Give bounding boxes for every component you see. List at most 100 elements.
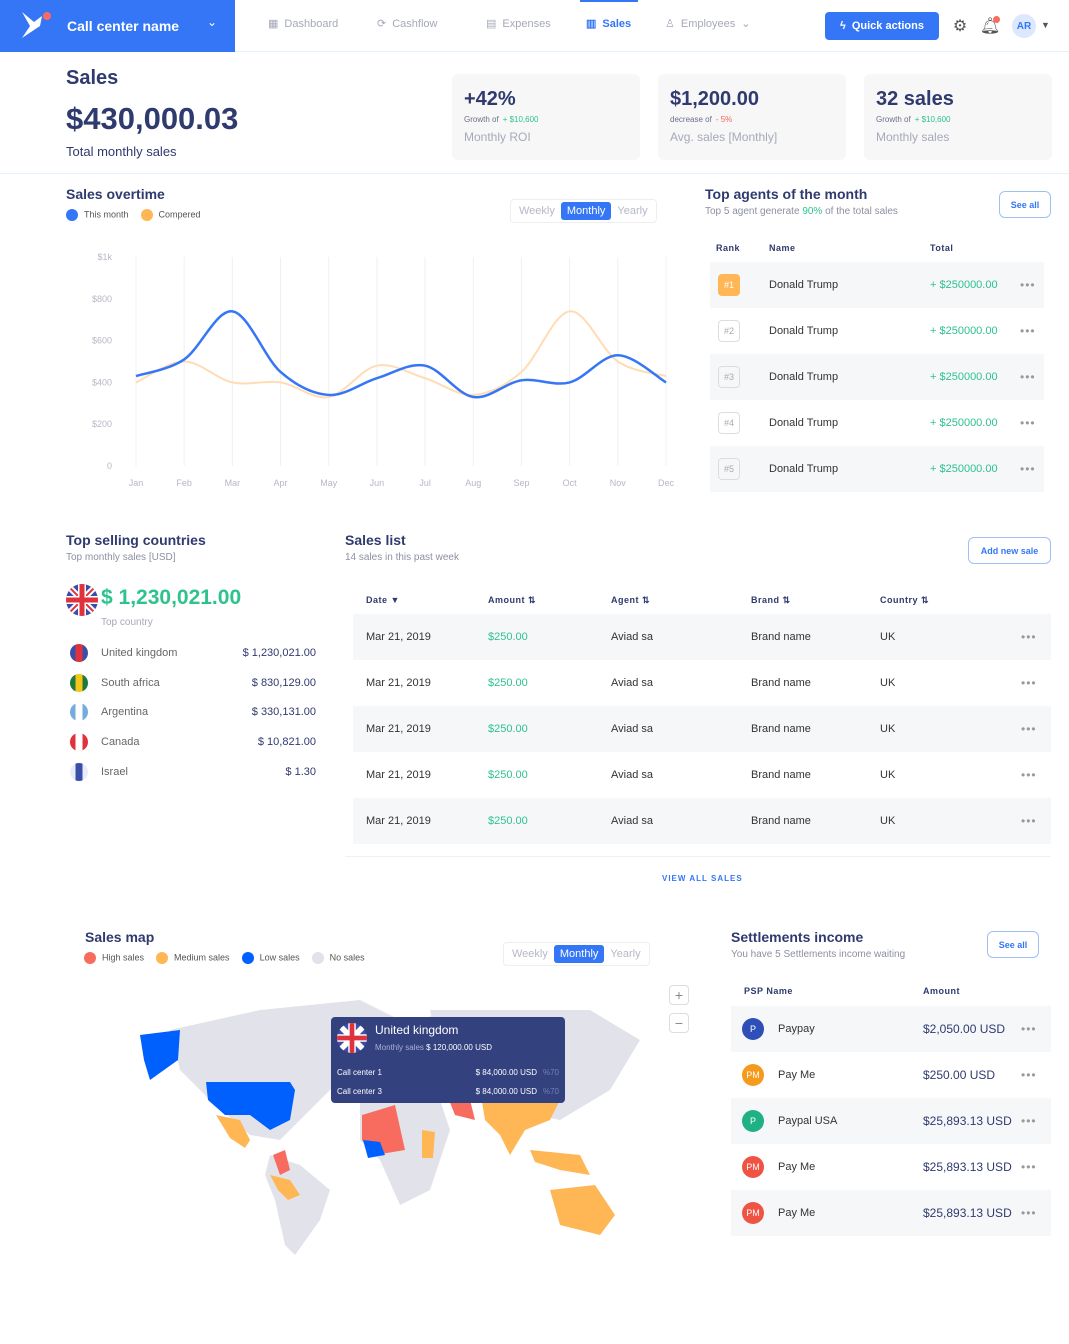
more-options-icon[interactable]: ••• (1021, 722, 1037, 736)
chevron-down-icon: ⌄ (207, 15, 218, 29)
sale-row[interactable]: Mar 21, 2019 $250.00 Aviad sa Brand name UK •… (353, 614, 1051, 660)
settlement-row[interactable]: PM Pay Me $25,893.13 USD ••• (731, 1144, 1051, 1190)
agents-see-all-button[interactable]: See all (999, 191, 1051, 218)
add-new-sale-button[interactable]: Add new sale (968, 537, 1051, 564)
sale-row[interactable]: Mar 21, 2019 $250.00 Aviad sa Brand name UK •… (353, 752, 1051, 798)
more-options-icon[interactable]: ••• (1020, 462, 1036, 476)
sort-icon: ⇅ (528, 595, 537, 605)
settlement-row[interactable]: PM Pay Me $25,893.13 USD ••• (731, 1190, 1051, 1236)
country-row: South africa $ 830,129.00 (70, 673, 316, 693)
view-all-sales-link[interactable]: VIEW ALL SALES (662, 874, 743, 883)
y-tick-label: $800 (92, 294, 112, 304)
more-options-icon[interactable]: ••• (1020, 324, 1036, 338)
agent-total: + $250000.00 (930, 371, 998, 383)
rank-badge: #1 (718, 274, 740, 296)
more-options-icon[interactable]: ••• (1021, 1068, 1037, 1082)
quick-actions-button[interactable]: ϟ Quick actions (825, 12, 939, 40)
sale-brand: Brand name (751, 815, 811, 827)
nav-cashflow[interactable]: ⟳ Cashflow (377, 17, 437, 31)
psp-amount: $250.00 USD (923, 1068, 996, 1082)
sale-row[interactable]: Mar 21, 2019 $250.00 Aviad sa Brand name UK •… (353, 706, 1051, 752)
sale-date: Mar 21, 2019 (366, 631, 431, 643)
more-options-icon[interactable]: ••• (1021, 676, 1037, 690)
sale-brand: Brand name (751, 631, 811, 643)
country-name: Israel (101, 765, 128, 778)
bar-chart-icon: ▥ (586, 18, 597, 30)
country-amount: $ 10,821.00 (257, 736, 316, 749)
settlements-see-all-button[interactable]: See all (987, 931, 1039, 958)
nav-dashboard[interactable]: ▦ Dashboard (268, 17, 338, 31)
x-tick-label: Sep (513, 478, 529, 488)
map-zoom-out-button[interactable]: − (669, 1013, 689, 1033)
more-options-icon[interactable]: ••• (1021, 630, 1037, 644)
more-options-icon[interactable]: ••• (1021, 814, 1037, 828)
col-country[interactable]: Country ⇅ (880, 595, 929, 606)
legend-this-month: This month (66, 209, 129, 221)
x-tick-label: Feb (176, 478, 192, 488)
sale-amount: $250.00 (488, 631, 528, 643)
agent-name: Donald Trump (769, 325, 839, 337)
rank-badge: #4 (718, 412, 740, 434)
brand-switcher[interactable]: Call center name ⌄ (0, 0, 235, 52)
col-agent[interactable]: Agent ⇅ (611, 595, 650, 606)
period-monthly[interactable]: Monthly (553, 945, 605, 963)
sale-row[interactable]: Mar 21, 2019 $250.00 Aviad sa Brand name UK •… (353, 660, 1051, 706)
kpi-card-roi: +42% Growth of + $10,600 Monthly ROI (452, 74, 640, 160)
agent-row[interactable]: #2 Donald Trump + $250000.00 ••• (710, 308, 1044, 354)
nav-sales[interactable]: ▥ Sales (586, 17, 631, 31)
agent-total: + $250000.00 (930, 325, 998, 337)
more-options-icon[interactable]: ••• (1020, 416, 1036, 430)
bell-icon[interactable]: 🔔︎ (980, 16, 1000, 36)
legend-no-sales: No sales (311, 952, 365, 964)
settlement-row[interactable]: P Paypay $2,050.00 USD ••• (731, 1006, 1051, 1052)
more-options-icon[interactable]: ••• (1021, 1114, 1037, 1128)
legend-medium-sales: Medium sales (156, 952, 230, 964)
country-name: Argentina (101, 706, 149, 719)
x-tick-label: Nov (610, 478, 627, 488)
col-amount[interactable]: Amount ⇅ (488, 595, 536, 606)
sales-map-title: Sales map (85, 929, 155, 945)
caret-down-icon[interactable]: ▼ (1041, 20, 1050, 30)
country-name: South africa (101, 676, 160, 689)
sale-agent: Aviad sa (611, 677, 653, 689)
more-options-icon[interactable]: ••• (1021, 1206, 1037, 1220)
top-agents-subtitle: Top 5 agent generate 90% of the total sa… (705, 206, 898, 217)
col-date[interactable]: Date ▼ (366, 595, 400, 605)
gear-icon[interactable]: ⚙ (950, 16, 970, 36)
period-yearly[interactable]: Yearly (604, 945, 646, 963)
sale-brand: Brand name (751, 677, 811, 689)
sale-row[interactable]: Mar 21, 2019 $250.00 Aviad sa Brand name UK •… (353, 798, 1051, 844)
settlement-row[interactable]: PM Pay Me $250.00 USD ••• (731, 1052, 1051, 1098)
sale-country: UK (880, 815, 896, 827)
agent-row[interactable]: #3 Donald Trump + $250000.00 ••• (710, 354, 1044, 400)
y-tick-label: $400 (92, 377, 112, 387)
period-weekly[interactable]: Weekly (506, 945, 554, 963)
nav-employees[interactable]: ♙ Employees ⌄ (665, 17, 751, 31)
agent-row[interactable]: #4 Donald Trump + $250000.00 ••• (710, 400, 1044, 446)
more-options-icon[interactable]: ••• (1020, 278, 1036, 292)
period-weekly[interactable]: Weekly (513, 202, 561, 220)
more-options-icon[interactable]: ••• (1020, 370, 1036, 384)
settlement-row[interactable]: P Paypal USA $25,893.13 USD ••• (731, 1098, 1051, 1144)
period-yearly[interactable]: Yearly (611, 202, 653, 220)
avatar[interactable]: AR (1012, 14, 1036, 38)
sales-line-chart: Jan Feb Mar Apr May Jun Jul Aug Sep Oct Nov Dec 0 $20… (92, 252, 675, 488)
col-brand[interactable]: Brand ⇅ (751, 595, 791, 606)
agent-row[interactable]: #5 Donald Trump + $250000.00 ••• (710, 446, 1044, 492)
more-options-icon[interactable]: ••• (1021, 1022, 1037, 1036)
more-options-icon[interactable]: ••• (1021, 1160, 1037, 1174)
receipt-icon: ▤ (486, 18, 497, 30)
settlements-subtitle: You have 5 Settlements income waiting (731, 949, 906, 960)
period-monthly[interactable]: Monthly (560, 202, 612, 220)
psp-avatar: PM (742, 1064, 764, 1086)
map-sudan (422, 1130, 435, 1158)
sort-icon: ⇅ (782, 595, 791, 605)
more-options-icon[interactable]: ••• (1021, 768, 1037, 782)
total-sales-label: Total monthly sales (66, 144, 177, 159)
country-amount: $ 830,129.00 (251, 676, 316, 689)
x-tick-label: Jun (370, 478, 385, 488)
map-zoom-in-button[interactable]: + (669, 985, 689, 1005)
nav-expenses[interactable]: ▤ Expenses (486, 17, 551, 31)
agent-row[interactable]: #1 Donald Trump + $250000.00 ••• (710, 262, 1044, 308)
uk-flag-icon (337, 1023, 367, 1053)
